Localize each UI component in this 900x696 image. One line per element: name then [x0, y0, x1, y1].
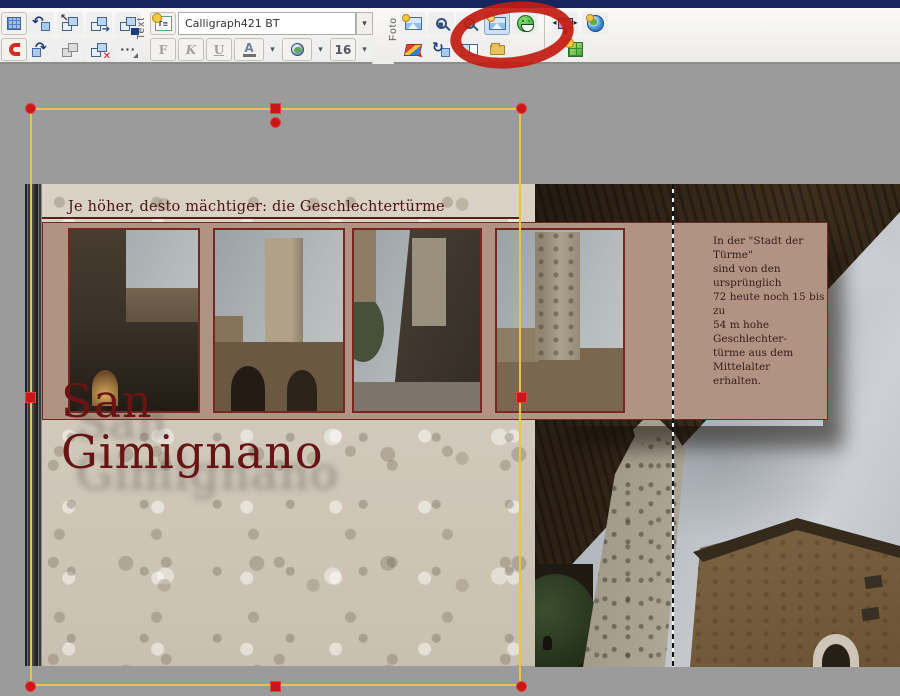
smiley-fun-button[interactable] [512, 12, 538, 35]
zoom-object-button[interactable]: ▪ [428, 12, 454, 35]
text-group-label: Text [136, 17, 147, 39]
tower [535, 232, 580, 360]
grid-icon [7, 17, 21, 30]
selection-handle-bottom-center[interactable] [270, 681, 281, 692]
overlap-squares-gray-icon [62, 43, 78, 57]
auto-color-button[interactable] [400, 38, 426, 61]
rotate-icon: ↻ [432, 40, 444, 56]
foto-group-label: Foto [388, 17, 399, 41]
selection-handle-top-right[interactable] [516, 103, 527, 114]
magnet-snap-button[interactable] [1, 38, 27, 61]
squares-arrow-icon: ➔ [91, 17, 107, 31]
fill-icon [291, 43, 304, 56]
send-backward-button[interactable] [57, 38, 83, 61]
street-lamp [543, 636, 552, 650]
window-shutter [861, 607, 880, 621]
magnifier-plus-icon: + [464, 18, 475, 29]
photo-folder-button[interactable] [484, 38, 510, 61]
squares-delete-icon: ✕ [91, 43, 107, 57]
layout-grid-button[interactable] [562, 38, 588, 61]
font-dropdown-arrow[interactable]: ▾ [356, 12, 373, 35]
magnifier-icon: ▪ [436, 18, 447, 29]
redo-icon: ↷ [35, 40, 47, 56]
page-fold-guide [672, 184, 674, 667]
caption-text-block[interactable]: In der "Stadt der Türme" sind von den ur… [713, 234, 835, 388]
zoom-in-button[interactable]: + [456, 12, 482, 35]
redo-button[interactable]: ↷ [28, 38, 54, 61]
editor-workspace: Je höher, desto mächtiger: die Geschlech… [0, 64, 900, 696]
app-window: ↶ ↖ ➔ ↷ ✕ ··· Text T≡ Calligraph421 BT ▾… [0, 0, 900, 696]
window-shutter [864, 575, 883, 589]
add-photo-icon [405, 17, 422, 30]
fill-color-dropdown[interactable]: ▾ [313, 38, 328, 61]
undo-button[interactable]: ↶ [28, 12, 54, 35]
magnet-icon [9, 43, 20, 56]
font-dialog-button[interactable]: T≡ [150, 12, 176, 35]
photo-frame-street[interactable] [352, 228, 482, 413]
overlap-squares-icon: ↖ [62, 17, 78, 31]
font-icon: T≡ [155, 16, 172, 31]
page-edge-stripes [25, 184, 42, 666]
edit-more-button[interactable]: ··· [115, 38, 141, 61]
smiley-icon [517, 15, 534, 32]
selection-handle-top-left[interactable] [25, 103, 36, 114]
tower [265, 238, 303, 356]
add-photo-button[interactable] [400, 12, 426, 35]
crenellated-wall [497, 328, 539, 362]
color-swatch [243, 54, 256, 57]
italic-button[interactable]: K [178, 38, 204, 61]
book-spread-icon [461, 44, 478, 56]
selection-handle-bottom-left[interactable] [25, 681, 36, 692]
font-name-field[interactable]: Calligraph421 BT [178, 12, 356, 35]
plus-badge-icon [586, 14, 594, 22]
font-size-dropdown[interactable]: ▾ [357, 38, 372, 61]
bold-button[interactable]: F [150, 38, 176, 61]
selection-handle-middle-left[interactable] [25, 392, 36, 403]
page-title-text[interactable]: San Gimignano [61, 376, 324, 478]
auto-color-icon [404, 44, 423, 56]
insert-object-button[interactable]: ➔ [86, 12, 112, 35]
font-color-button[interactable]: A [234, 38, 264, 61]
selection-handle-bottom-right[interactable] [516, 681, 527, 692]
photo-enhance-icon [489, 17, 506, 30]
selection-rotate-handle[interactable] [270, 117, 281, 128]
photo-enhance-button[interactable] [484, 12, 510, 35]
rotate-photo-button[interactable]: ↻ [428, 38, 454, 61]
selection-handle-middle-right[interactable] [516, 392, 527, 403]
tower [412, 238, 446, 326]
undo-icon: ↶ [32, 14, 44, 30]
layout-grid-icon [568, 42, 583, 57]
window-title-strip [0, 0, 900, 8]
page-spread-button[interactable] [456, 38, 482, 61]
page-heading-text[interactable]: Je höher, desto mächtiger: die Geschlech… [68, 199, 528, 215]
heading-underline [42, 217, 521, 219]
squares-disk-icon [120, 17, 136, 31]
selection-handle-top-center[interactable] [270, 103, 281, 114]
font-size-value[interactable]: 16 [330, 38, 356, 61]
main-toolbar: ↶ ↖ ➔ ↷ ✕ ··· Text T≡ Calligraph421 BT ▾… [0, 8, 900, 64]
fill-color-button[interactable] [282, 38, 312, 61]
photo-frame-big-tower[interactable] [495, 228, 625, 413]
web-upload-button[interactable] [582, 12, 608, 35]
toolbar-separator [544, 12, 545, 60]
bring-forward-button[interactable]: ↖ [57, 12, 83, 35]
folder-icon [490, 45, 505, 55]
font-color-dropdown[interactable]: ▾ [265, 38, 280, 61]
underline-button[interactable]: U [206, 38, 232, 61]
photobook-spread: Je höher, desto mächtiger: die Geschlech… [25, 184, 900, 667]
grid-toggle-button[interactable] [1, 12, 27, 35]
delete-object-button[interactable]: ✕ [86, 38, 112, 61]
slideshow-button[interactable] [552, 12, 578, 35]
slideshow-icon [558, 18, 573, 29]
